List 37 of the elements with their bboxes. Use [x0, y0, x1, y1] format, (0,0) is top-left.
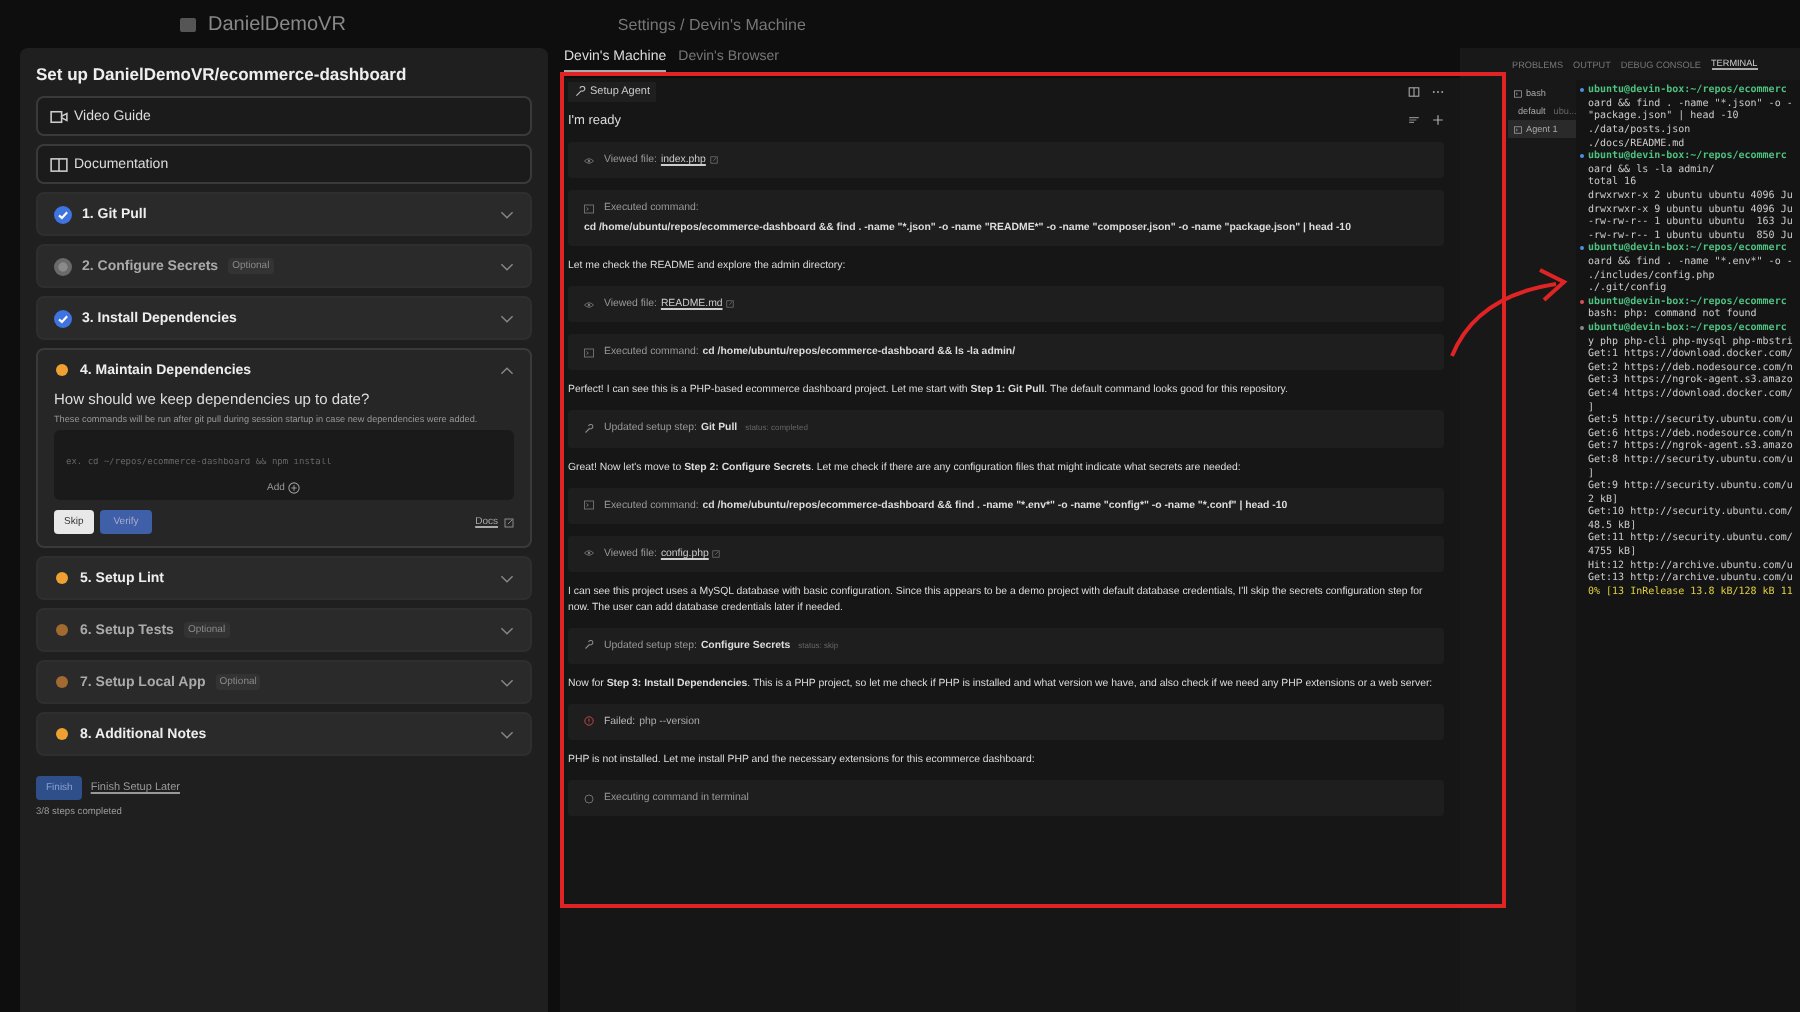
external-link-icon [726, 300, 735, 309]
eye-icon [584, 155, 594, 166]
chevron-icon [500, 209, 514, 219]
terminal-icon [584, 203, 594, 214]
wrench-icon [574, 86, 586, 98]
setup-step[interactable] [36, 348, 532, 548]
plus-circle-icon [288, 482, 301, 494]
curved-arrow [1450, 268, 1568, 357]
camera-icon [50, 109, 68, 123]
eye-icon [584, 548, 594, 559]
plus-icon[interactable] [1432, 114, 1444, 126]
book-icon [50, 157, 68, 171]
error-icon [584, 716, 594, 727]
workspace-name[interactable]: DanielDemoVR [208, 13, 346, 35]
chevron-icon [500, 573, 514, 583]
setup-title: Set up DanielDemoVR/ecommerce-dashboard [36, 64, 409, 84]
external-link-icon [712, 549, 721, 558]
external-link-icon [709, 156, 718, 165]
external-link-icon [504, 517, 514, 527]
chevron-icon [500, 261, 514, 271]
split-view-icon[interactable] [1408, 86, 1420, 98]
chevron-icon [500, 677, 514, 687]
wrench-icon [584, 640, 594, 651]
terminal-icon [584, 347, 594, 358]
chevron-icon [500, 729, 514, 739]
list-icon[interactable] [1408, 114, 1420, 126]
breadcrumb[interactable]: Settings / Devin's Machine [617, 15, 806, 33]
terminal-icon [584, 500, 594, 511]
chevron-icon [500, 625, 514, 635]
wrench-icon [584, 423, 594, 434]
spinner-icon [584, 793, 594, 804]
terminal-icon [1514, 89, 1522, 97]
terminal-icon [1514, 125, 1522, 133]
eye-icon [584, 299, 594, 310]
folder-icon [180, 17, 196, 31]
chevron-icon [500, 313, 514, 323]
chevron-icon [500, 365, 514, 375]
